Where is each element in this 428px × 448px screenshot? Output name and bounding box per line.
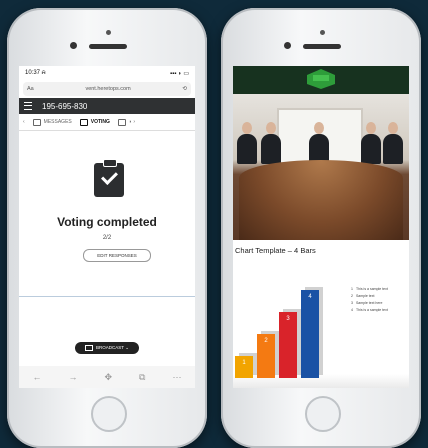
earpiece-speaker (89, 44, 127, 49)
clipboard-check-icon (94, 159, 124, 197)
menu-icon[interactable] (24, 102, 32, 110)
broadcast-button[interactable]: BROADCAST ⌄ (75, 342, 139, 354)
tabs-icon[interactable]: ⧉ (139, 372, 145, 383)
bar-label: 2 (264, 338, 268, 344)
legend-item: 2 Sample text (351, 294, 375, 298)
chart-bar-2: 2 (257, 334, 275, 378)
front-sensor (106, 30, 111, 35)
slide-banner (233, 66, 409, 94)
more-icon[interactable]: ⋯ (172, 372, 181, 383)
text-size-button[interactable]: Aa (27, 86, 34, 92)
earpiece-speaker (303, 44, 341, 49)
meeting-header: 195-695-830 (19, 98, 195, 114)
chat-icon (32, 118, 41, 126)
tab-bar: ‹ MESSAGES VOTING ◗ › (19, 114, 195, 131)
status-bar: 10:37 ⍾ ▪▪▪ ◗ ▭ (19, 66, 195, 80)
left-screen: 10:37 ⍾ ▪▪▪ ◗ ▭ Aa vent.heretops.com ⟲ 1… (19, 66, 195, 388)
voting-panel: Voting completed 2/2 EDIT RESPONSES (19, 131, 195, 311)
conference-table (239, 160, 403, 240)
person-figure (261, 122, 281, 164)
legend-item: 1 This is a sample text (351, 287, 388, 291)
logo-icon (307, 69, 335, 89)
front-camera (70, 42, 77, 49)
status-time: 10:37 ⍾ (25, 69, 46, 76)
status-icons: ▪▪▪ ◗ ▭ (169, 70, 189, 77)
left-phone: 10:37 ⍾ ▪▪▪ ◗ ▭ Aa vent.heretops.com ⟲ 1… (7, 8, 207, 448)
home-button[interactable] (305, 396, 341, 432)
browser-toolbar: ← → ✥ ⧉ ⋯ (19, 366, 195, 388)
add-icon[interactable]: ✥ (105, 372, 113, 383)
chart-legend: 1 This is a sample text 2 Sample text 3 Sam… (351, 286, 388, 314)
forward-icon[interactable]: → (69, 372, 78, 382)
bar-label: 3 (286, 316, 290, 322)
bar-label: 1 (242, 360, 246, 366)
front-sensor (320, 30, 325, 35)
meeting-photo (233, 94, 409, 240)
broadcast-icon (85, 345, 94, 351)
legend-item: 3 Sample text here (351, 301, 383, 305)
slides-icon (117, 118, 126, 126)
right-phone: Chart Template – 4 Bars 1 2 3 4 1 This is a … (221, 8, 421, 448)
tab-prev-icon[interactable]: ‹ (23, 119, 25, 125)
meeting-id: 195-695-830 (42, 101, 88, 111)
person-figure (237, 122, 257, 164)
divider (19, 296, 195, 297)
person-figure (361, 122, 381, 164)
home-button[interactable] (91, 396, 127, 432)
address-bar[interactable]: Aa vent.heretops.com ⟲ (23, 82, 191, 96)
edit-responses-button[interactable]: EDIT RESPONSES (83, 249, 151, 262)
bar-label: 4 (308, 294, 312, 300)
vote-icon (79, 118, 88, 126)
chart-bar-1: 1 (235, 356, 253, 378)
voting-count: 2/2 (102, 235, 112, 241)
voting-title: Voting completed (57, 215, 157, 229)
person-figure (383, 122, 403, 164)
legend-item: 4 This is a sample text (351, 308, 388, 312)
url-text[interactable]: vent.heretops.com (34, 86, 183, 92)
reload-icon[interactable]: ⟲ (182, 86, 187, 92)
right-screen: Chart Template – 4 Bars 1 2 3 4 1 This is a … (233, 66, 409, 388)
chart-bar-4: 4 (301, 290, 319, 378)
chart-bar-3: 3 (279, 312, 297, 378)
tab-voting[interactable]: VOTING (79, 118, 110, 126)
tab-messages[interactable]: MESSAGES (32, 118, 72, 126)
back-icon[interactable]: ← (33, 372, 42, 382)
front-camera (284, 42, 291, 49)
slide-title: Chart Template – 4 Bars (235, 246, 316, 255)
tab-slides[interactable]: ◗ › (117, 118, 135, 126)
chart-slide: Chart Template – 4 Bars 1 2 3 4 1 This is a … (233, 240, 409, 388)
